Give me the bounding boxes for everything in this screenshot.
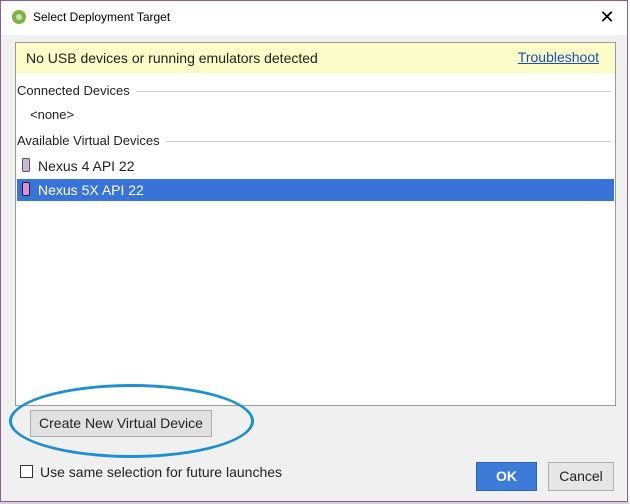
device-list-panel: No USB devices or running emulators dete… [15,42,616,406]
phone-icon [22,158,30,172]
same-selection-label: Use same selection for future launches [40,464,283,480]
device-row-nexus-4[interactable]: Nexus 4 API 22 [17,155,614,177]
cancel-button[interactable]: Cancel [548,462,614,491]
close-icon[interactable]: ✕ [593,4,621,32]
device-row-nexus-5x[interactable]: Nexus 5X API 22 [17,179,614,201]
virtual-devices-label: Available Virtual Devices [17,133,166,148]
android-studio-icon [12,10,26,24]
notice-text: No USB devices or running emulators dete… [26,50,318,66]
virtual-devices-header: Available Virtual Devices [17,133,611,149]
connected-devices-label: Connected Devices [17,83,136,98]
device-label: Nexus 4 API 22 [38,158,135,174]
no-devices-notice: No USB devices or running emulators dete… [16,43,615,73]
device-label: Nexus 5X API 22 [38,182,144,198]
same-selection-checkbox[interactable] [20,465,33,478]
dialog-title: Select Deployment Target [33,10,171,24]
connected-devices-header: Connected Devices [17,83,611,99]
title-bar: Select Deployment Target ✕ [1,1,627,35]
ok-button[interactable]: OK [476,462,537,491]
phone-icon [22,182,30,196]
no-connected-device-item: <none> [30,107,75,122]
troubleshoot-link[interactable]: Troubleshoot [518,49,599,65]
deployment-target-dialog: Select Deployment Target ✕ No USB device… [0,0,628,502]
create-new-virtual-device-button[interactable]: Create New Virtual Device [30,410,212,437]
